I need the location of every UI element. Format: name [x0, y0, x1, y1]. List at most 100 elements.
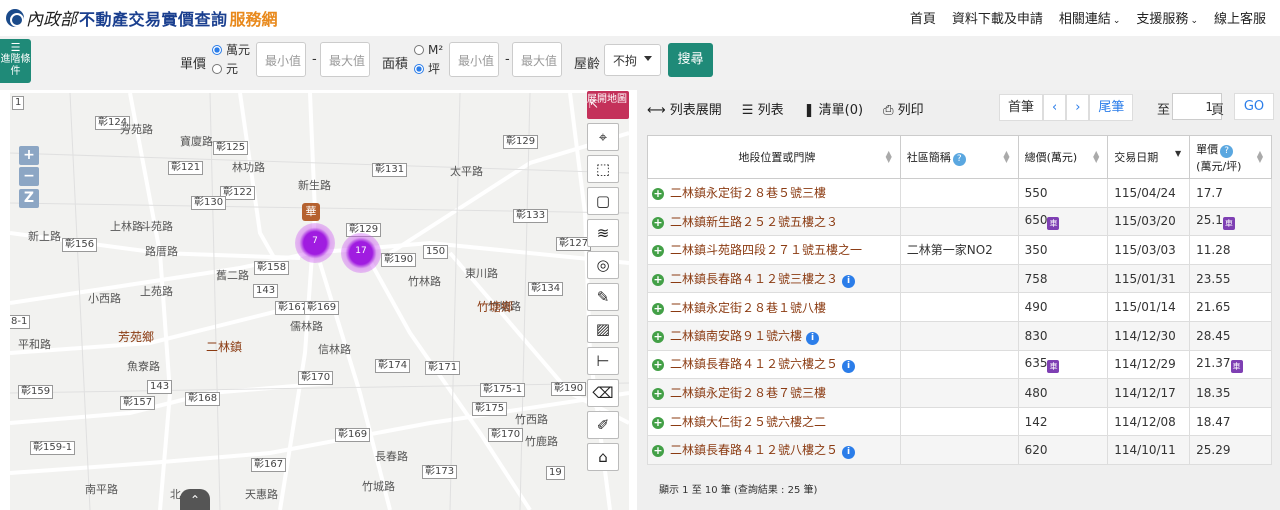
help-icon[interactable]: ? [952, 152, 966, 166]
table-row[interactable]: + 二林鎮長春路４１２號三樓之３ i 758 115/01/31 23.55 [647, 263, 1272, 294]
table-row[interactable]: + 二林鎮長春路４１２號六樓之５ i 635 車 114/12/29 21.37 車 [647, 349, 1272, 380]
locate-tool[interactable]: ◎ [587, 251, 619, 279]
unit-price-max-input[interactable]: 最大值 [320, 42, 370, 77]
expand-map-button[interactable]: ⇱ 展開地圖 [587, 91, 629, 119]
col-community[interactable]: 社區簡稱? ▲ ▼ [899, 135, 1019, 179]
col-address[interactable]: 地段位置或門牌 ▲ ▼ [647, 135, 901, 179]
nav-item[interactable]: 資料下載及申請 [952, 8, 1043, 27]
unit-price-min-input[interactable]: 最小值 [256, 42, 306, 77]
select-area-tool[interactable]: ⬚ [587, 155, 619, 183]
advanced-filter-button[interactable]: ☰ 進階條件 [0, 39, 31, 83]
road-number-label: 彰158 [254, 261, 290, 275]
expand-plus-icon[interactable]: + [652, 302, 664, 315]
rect-select-tool[interactable]: ▢ [587, 187, 619, 215]
expand-plus-icon[interactable]: + [652, 417, 664, 430]
table-row[interactable]: + 二林鎮長春路４１２號八樓之５ i 620 114/10/11 25.29 [647, 435, 1272, 465]
address-cell[interactable]: + 二林鎮大仁街２５號六樓之二 [647, 406, 901, 437]
collapse-up-button[interactable]: ⌃ [180, 489, 210, 510]
address-cell[interactable]: + 二林鎮斗苑路四段２７１號五樓之一 [647, 235, 901, 265]
nav-item[interactable]: 相關連結 ⌄ [1059, 8, 1121, 27]
col-total-price[interactable]: 總價(萬元) ▲ ▼ [1017, 135, 1109, 179]
community-cell [899, 378, 1019, 408]
map-cluster[interactable]: 7 [295, 223, 335, 263]
table-row[interactable]: + 二林鎮新生路２５２號五樓之３ 650 車 115/03/20 25.1 車 [647, 206, 1272, 237]
info-icon[interactable]: i [842, 274, 856, 288]
nav-item[interactable]: 首頁 [910, 8, 936, 27]
unit-price-option-yuan[interactable]: 元 [212, 60, 250, 79]
community-cell [899, 178, 1019, 208]
address-cell[interactable]: + 二林鎮南安路９１號六樓 i [647, 320, 901, 351]
help-icon[interactable]: ? [1220, 144, 1234, 158]
info-icon[interactable]: i [842, 446, 856, 460]
street-name-label: 太平路 [450, 165, 483, 178]
expand-list-button[interactable]: ⟷ 列表展開 [647, 99, 722, 118]
community-cell [899, 435, 1019, 465]
info-icon[interactable]: i [806, 331, 820, 345]
draw-tool[interactable]: ✎ [587, 283, 619, 311]
table-row[interactable]: + 二林鎮南安路９１號六樓 i 830 114/12/30 28.45 [647, 320, 1272, 351]
eraser-tool[interactable]: ⌫ [587, 379, 619, 407]
col-trade-date[interactable]: 交易日期 ▼ [1107, 135, 1191, 179]
table-row[interactable]: + 二林鎮永定街２８巷７號三樓 480 114/12/17 18.35 [647, 378, 1272, 408]
expand-plus-icon[interactable]: + [652, 330, 664, 343]
map-view[interactable]: 彰124 彰125 彰121 彰129 彰131 彰133 彰122 彰130 彰156 彰158… [10, 93, 629, 510]
expand-plus-icon[interactable]: + [652, 245, 664, 258]
table-row[interactable]: + 二林鎮大仁街２５號六樓之二 142 114/12/08 18.47 [647, 406, 1272, 437]
zoom-extent-button[interactable]: Z [19, 189, 39, 208]
polygon-tool[interactable]: ▨ [587, 315, 619, 343]
layers-icon: ≋ [596, 224, 610, 242]
address-cell[interactable]: + 二林鎮永定街２８巷５號三樓 [647, 178, 901, 208]
unit-price-cell: 23.55 [1189, 263, 1272, 294]
expand-plus-icon[interactable]: + [652, 445, 664, 458]
measure-tool[interactable]: ⊢ [587, 347, 619, 375]
go-button[interactable]: GO [1234, 93, 1274, 120]
address-cell[interactable]: + 二林鎮長春路４１２號三樓之３ i [647, 263, 901, 294]
road-number-label: 彰157 [120, 396, 156, 410]
info-icon[interactable]: i [842, 360, 856, 374]
expand-plus-icon[interactable]: + [652, 188, 664, 201]
print-button[interactable]: ⎙ 列印 [883, 99, 924, 118]
expand-plus-icon[interactable]: + [652, 388, 664, 401]
expand-plus-icon[interactable]: + [652, 273, 664, 286]
address-cell[interactable]: + 二林鎮長春路４１２號六樓之５ i [647, 349, 901, 380]
map-cluster[interactable]: 17 [341, 233, 381, 273]
trade-date-cell: 114/12/17 [1107, 378, 1191, 408]
map-marker-hua[interactable]: 華 [302, 203, 320, 221]
address-cell[interactable]: + 二林鎮永定街２８巷１號八樓 [647, 292, 901, 322]
bookmark-list-button[interactable]: ❚ 清單(0) [804, 99, 863, 118]
street-name-label: 南平路 [85, 483, 118, 496]
last-page-button[interactable]: 尾筆 [1089, 94, 1134, 121]
table-row[interactable]: + 二林鎮斗苑路四段２７１號五樓之一 二林第一家NO2 350 115/03/03 11.… [647, 235, 1272, 265]
list-view-button[interactable]: ☰ 列表 [742, 99, 784, 118]
age-select[interactable]: 不拘 [604, 44, 661, 76]
total-price-cell: 480 [1017, 378, 1109, 408]
next-page-button[interactable]: › [1066, 94, 1090, 121]
prev-page-button[interactable]: ‹ [1043, 94, 1067, 121]
landmark-tool[interactable]: ⌂ [587, 443, 619, 471]
search-button[interactable]: 搜尋 [668, 43, 713, 77]
pin-edit-tool[interactable]: ✐ [587, 411, 619, 439]
area-option-ping[interactable]: 坪 [414, 60, 443, 79]
nav-item[interactable]: 線上客服 [1214, 8, 1266, 27]
unit-price-option-wan[interactable]: 萬元 [212, 41, 250, 60]
zoom-in-button[interactable]: + [19, 146, 39, 165]
trade-date-cell: 115/01/31 [1107, 263, 1191, 294]
address-cell[interactable]: + 二林鎮永定街２８巷７號三樓 [647, 378, 901, 408]
area-max-input[interactable]: 最大值 [512, 42, 562, 77]
expand-plus-icon[interactable]: + [652, 359, 664, 372]
expand-plus-icon[interactable]: + [652, 216, 664, 229]
area-option-m2[interactable]: M² [414, 41, 443, 60]
area-min-input[interactable]: 最小值 [449, 42, 499, 77]
address-cell[interactable]: + 二林鎮新生路２５２號五樓之３ [647, 206, 901, 237]
col-unit-price[interactable]: 單價? (萬元/坪) ▲ ▼ [1189, 135, 1272, 179]
layers-tool[interactable]: ≋ [587, 219, 619, 247]
street-name-label: 竹城路 [362, 480, 395, 493]
address-cell[interactable]: + 二林鎮長春路４１２號八樓之５ i [647, 435, 901, 465]
zoom-out-button[interactable]: − [19, 167, 39, 186]
table-row[interactable]: + 二林鎮永定街２８巷１號八樓 490 115/01/14 21.65 [647, 292, 1272, 322]
site-logo[interactable]: 內政部 不動產交易實價查詢 服務網 [6, 5, 278, 30]
first-page-button[interactable]: 首筆 [999, 94, 1044, 121]
nav-item[interactable]: 支援服務 ⌄ [1136, 8, 1198, 27]
location-pin-tool[interactable]: ⌖ [587, 123, 619, 151]
table-row[interactable]: + 二林鎮永定街２８巷５號三樓 550 115/04/24 17.7 [647, 178, 1272, 208]
